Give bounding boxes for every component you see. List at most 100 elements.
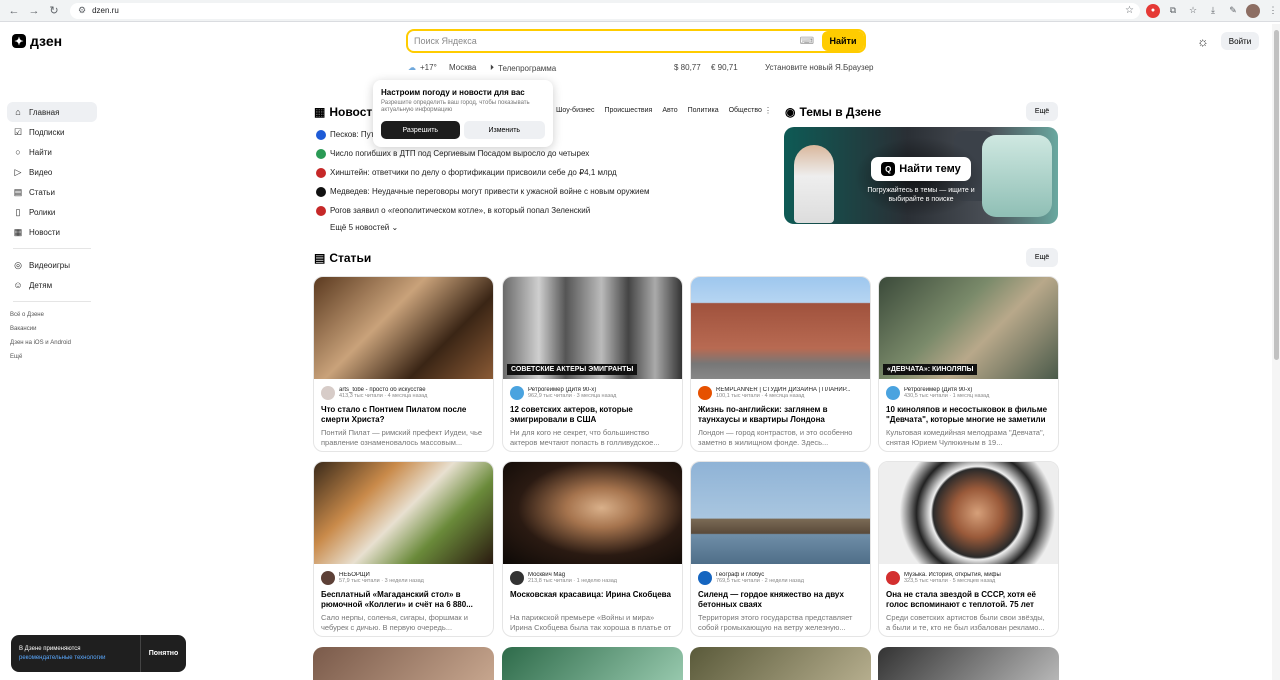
sidebar-item[interactable]: ▤ Статьи [7,182,97,202]
reload-icon[interactable]: ↻ [46,3,62,19]
articles-heading[interactable]: ▤ Статьи [314,251,371,265]
article-title[interactable]: Что стало с Понтием Пилатом после смерти… [314,401,493,425]
news-tab[interactable]: Политика [688,107,719,114]
temperature: +17° [420,63,437,72]
dzen-logo[interactable]: ✦ дзен [12,33,62,49]
article-title[interactable]: 12 советских актеров, которые эмигрирова… [503,401,682,425]
profile-avatar-icon[interactable] [1246,3,1260,18]
search-button[interactable]: Найти [822,31,864,51]
article-description: Территория этого государства представляе… [698,613,853,632]
article-card[interactable]: НЕБОРЩИ 57,9 тыс читали · 3 недели назад Б… [313,461,494,637]
sidebar-item[interactable]: ▯ Ролики [7,202,97,222]
news-item[interactable]: Рогов заявил о «геополитическом котле», … [316,201,776,220]
article-meta: Москвич Mag 213,8 тыс читали · 1 неделю н… [503,564,682,586]
article-card[interactable]: REMPLANNER | СТУДИЯ ДИЗАЙНА | ПЛАНИР... 1… [690,276,871,452]
article-card[interactable]: Музыка. История, открытия, мифы 323,5 тыс… [878,461,1059,637]
channel-avatar[interactable] [321,386,335,400]
toast-ok-button[interactable]: Понятно [140,635,186,672]
news-tab[interactable]: Общество [729,107,762,114]
article-card[interactable]: Москвич Mag 213,8 тыс читали · 1 неделю н… [502,461,683,637]
edit-icon[interactable]: ✎ [1226,4,1240,18]
find-topic-button[interactable]: Q Найти тему [871,157,971,181]
article-card-partial[interactable] [878,647,1059,680]
channel-info: REMPLANNER | СТУДИЯ ДИЗАЙНА | ПЛАНИР... 1… [716,387,851,399]
article-title[interactable]: Жизнь по-английски: заглянем в таунхаусы… [691,401,870,425]
bookmark-star-icon[interactable]: ☆ [1125,5,1134,16]
sidebar-footer-link[interactable]: Ещё [7,350,97,364]
sun-icon[interactable]: ☼ [1197,34,1209,49]
article-stats: 57,9 тыс читали · 3 недели назад [339,578,424,584]
site-info-icon[interactable]: ⚙ [78,5,86,16]
puzzle-icon[interactable]: ⧉ [1166,4,1180,18]
sidebar-item[interactable]: ▦ Новости [7,222,97,242]
news-heading[interactable]: ▦ Новости [314,105,380,119]
news-tab[interactable]: Авто [662,107,677,114]
article-title[interactable]: Она не стала звездой в СССР, хотя её гол… [879,586,1058,610]
address-bar[interactable]: ⚙ dzen.ru ☆ [70,2,1140,19]
sidebar-footer-link[interactable]: Всё о Дзене [7,308,97,322]
news-item[interactable]: Медведев: Неудачные переговоры могут при… [316,182,776,201]
sidebar-item[interactable]: ⌂ Главная [7,102,97,122]
browser-promo-link[interactable]: Установите новый Я.Браузер [765,63,874,72]
article-card[interactable]: СОВЕТСКИЕ АКТЕРЫ ЭМИГРАНТЫ Ретрогеймер (Д… [502,276,683,452]
news-source-icon [316,148,326,159]
themes-banner[interactable]: Q Найти тему Погружайтесь в темы — ищите… [784,127,1058,224]
menu-icon[interactable]: ⋮ [1266,4,1280,18]
themes-more-button[interactable]: Ещё [1026,102,1058,121]
article-title[interactable]: Бесплатный «Магаданский стол» в рюмочной… [314,586,493,610]
sidebar-item[interactable]: ▷ Видео [7,162,97,182]
article-title[interactable]: Московская красавица: Ирина Скобцева [503,586,682,610]
news-tab[interactable]: Происшествия [604,107,652,114]
tv-program-link[interactable]: ⏵ Телепрограмма [490,63,556,73]
news-item[interactable]: Хинштейн: ответчики по делу о фортификац… [316,163,776,182]
article-stats: 430,5 тыс читали · 1 месяц назад [904,393,990,399]
article-title[interactable]: Силенд — гордое княжество на двух бетонн… [691,586,870,610]
allow-button[interactable]: Разрешить [381,121,460,139]
channel-avatar[interactable] [510,386,524,400]
article-card-partial[interactable] [690,647,871,680]
channel-avatar[interactable] [321,571,335,585]
download-icon[interactable]: ⤓ [1206,4,1220,18]
channel-avatar[interactable] [698,386,712,400]
sidebar-item[interactable]: ◎ Видеоигры [7,255,97,275]
sidebar-item[interactable]: ○ Найти [7,142,97,162]
sidebar-footer-link[interactable]: Вакансии [7,322,97,336]
change-button[interactable]: Изменить [463,121,545,139]
eur-rate[interactable]: € 90,71 [711,63,738,72]
channel-info: arts_tobe - просто об искусстве 413,3 тыс… [339,387,427,399]
channel-avatar[interactable] [886,386,900,400]
sidebar-footer-link[interactable]: Дзен на iOS и Android [7,336,97,350]
back-icon[interactable]: ← [6,3,22,19]
themes-heading[interactable]: ◉ Темы в Дзене [785,105,881,119]
tabs-more-icon[interactable]: ⋮ [764,106,772,115]
channel-avatar[interactable] [510,571,524,585]
scrollbar-thumb[interactable] [1274,30,1279,360]
news-tab[interactable]: Шоу-бизнес [556,107,594,114]
sidebar-item-label: Видеоигры [29,260,70,270]
forward-icon[interactable]: → [26,3,42,19]
more-news-button[interactable]: Ещё 5 новостей ⌄ [330,223,398,232]
article-card[interactable]: arts_tobe - просто об искусстве 413,3 тыс… [313,276,494,452]
bookmarks-icon[interactable]: ☆ [1186,4,1200,18]
article-image [503,462,682,564]
toast-link[interactable]: рекомендательные технологии [19,654,140,663]
usd-rate[interactable]: $ 80,77 [674,63,701,72]
sidebar-item[interactable]: ☺ Детям [7,275,97,295]
articles-more-button[interactable]: Ещё [1026,248,1058,267]
city-link[interactable]: Москва [449,63,476,72]
page-scrollbar[interactable] [1272,24,1280,680]
keyboard-icon[interactable]: ⌨ [800,36,814,47]
article-card[interactable]: «ДЕВЧАТА»: КИНОЛЯПЫ Ретрогеймер (Дитя 90-… [878,276,1059,452]
article-card-partial[interactable] [502,647,683,680]
login-button[interactable]: Войти [1221,32,1259,50]
article-card[interactable]: Географ и глобус 769,5 тыс читали · 2 нед… [690,461,871,637]
search-input[interactable] [414,36,800,46]
weather[interactable]: ☁ +17° [408,63,437,72]
article-card-partial[interactable] [313,647,494,680]
sidebar-item-label: Подписки [29,127,65,137]
article-title[interactable]: 10 киноляпов и несостыковок в фильме "Де… [879,401,1058,425]
channel-avatar[interactable] [886,571,900,585]
extension-icon[interactable]: ● [1146,3,1160,18]
sidebar-item[interactable]: ☑ Подписки [7,122,97,142]
channel-avatar[interactable] [698,571,712,585]
